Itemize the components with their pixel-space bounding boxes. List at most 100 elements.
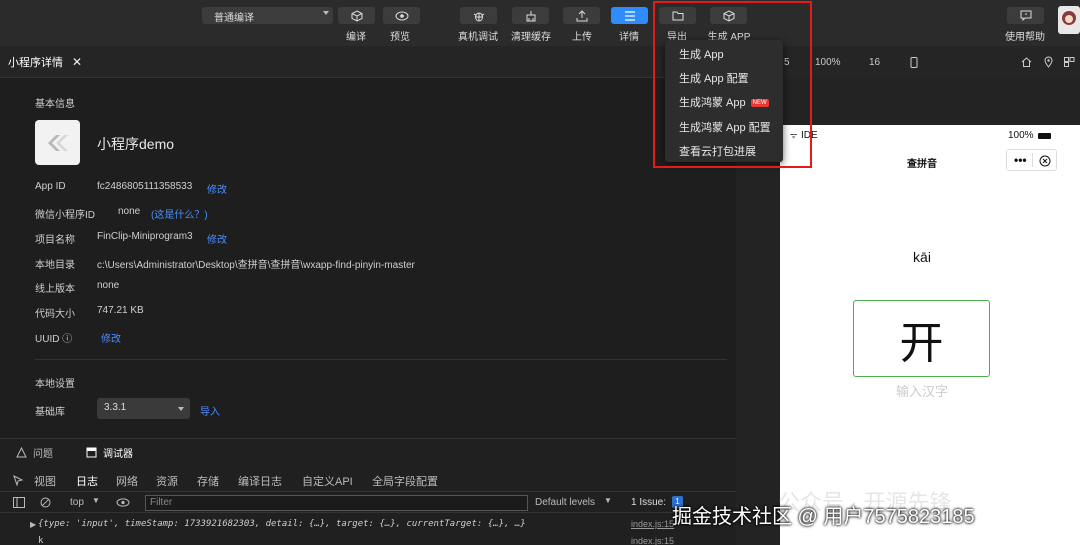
phone-simulator: ᯤ IDE 100% 查拼音 ••• kāi 开 输入汉字: [780, 125, 1080, 545]
clear-cache-button[interactable]: [512, 7, 549, 24]
uuid-label: UUID ⓘ: [35, 334, 73, 345]
what-is-this-link[interactable]: (这是什么？): [151, 206, 208, 221]
subtab-storage[interactable]: 存储: [197, 473, 219, 489]
online-version-value: none: [97, 280, 120, 291]
base-lib-select[interactable]: 3.3.1: [97, 398, 190, 419]
upload-button[interactable]: [563, 7, 600, 24]
close-icon[interactable]: ✕: [72, 55, 82, 69]
local-settings-title: 本地设置: [35, 379, 75, 390]
cube-icon: [351, 9, 362, 22]
tab-problems[interactable]: 问题: [16, 445, 53, 460]
log-levels-select[interactable]: Default levels: [535, 497, 595, 508]
character-display: 开: [853, 300, 990, 377]
base-lib-label: 基础库: [35, 407, 65, 418]
home-icon[interactable]: [1021, 57, 1032, 67]
tab-problems-label: 问题: [33, 449, 53, 460]
character-input[interactable]: 输入汉字: [780, 381, 1064, 400]
subtab-network[interactable]: 网络: [116, 473, 138, 489]
edit-uuid-link[interactable]: 修改: [101, 330, 121, 345]
expand-arrow-icon[interactable]: ▶: [30, 520, 36, 529]
chevron-down-icon: ▼: [604, 496, 612, 505]
status-bar: ᯤ IDE 100%: [780, 125, 1080, 145]
capsule-divider: [1032, 153, 1033, 167]
project-name-value: FinClip-Miniprogram3: [97, 231, 193, 242]
tab-miniprogram-detail[interactable]: 小程序详情 ✕: [8, 46, 82, 78]
app-name: 小程序demo: [97, 136, 175, 152]
help-button[interactable]: [1007, 7, 1044, 24]
tab-title: 小程序详情: [8, 57, 63, 69]
watermark-community: 掘金技术社区 @ 用户7575823185: [672, 506, 975, 528]
devtools-subtabs: 视图 日志 网络 资源 存储 编译日志 自定义API 全局字段配置: [0, 469, 736, 491]
bug-icon: [473, 12, 484, 21]
highlight-box: [653, 1, 812, 168]
detail-button[interactable]: [611, 7, 648, 24]
menu-icon: [624, 10, 635, 21]
remote-debug-label: 真机调试: [458, 32, 498, 43]
base-lib-version: 3.3.1: [104, 402, 127, 413]
remote-debug-button[interactable]: [460, 7, 497, 24]
compile-mode-select[interactable]: 普通编译: [202, 7, 333, 24]
font-size-value[interactable]: 16: [869, 57, 880, 68]
tab-debugger-label: 调试器: [103, 449, 133, 460]
subtab-global-fields[interactable]: 全局字段配置: [372, 473, 438, 489]
pinyin-text: kāi: [913, 249, 931, 265]
subtab-log[interactable]: 日志: [76, 473, 98, 489]
subtab-compile-log[interactable]: 编译日志: [238, 473, 282, 489]
nav-bar: 查拼音 •••: [780, 145, 1080, 177]
chevron-down-icon: [323, 11, 329, 15]
chevron-down-icon: ▼: [92, 496, 100, 505]
eye-icon: [395, 11, 408, 20]
edit-app-id-link[interactable]: 修改: [207, 181, 227, 196]
zoom-level[interactable]: 100%: [815, 57, 841, 68]
console-log-entry[interactable]: {type: 'input', timeStamp: 1733921682303…: [38, 519, 526, 529]
console-filter-bar: top ▼ Filter Default levels ▼ 1 Issue: 1: [0, 491, 736, 513]
detail-label: 详情: [619, 32, 639, 43]
help-label: 使用帮助: [1005, 32, 1045, 43]
local-dir-value: c:\Users\Administrator\Desktop\查拼音\查拼音\w…: [97, 260, 415, 271]
eye-icon[interactable]: [116, 498, 130, 507]
battery-level: 100%: [1008, 130, 1034, 141]
import-link[interactable]: 导入: [200, 403, 220, 418]
wechat-id-value: none: [118, 206, 141, 217]
debugger-icon: [86, 447, 97, 458]
character-text: 开: [899, 317, 944, 369]
phone-icon[interactable]: [910, 57, 918, 68]
context-select[interactable]: top: [70, 497, 84, 508]
clear-console-icon[interactable]: [40, 497, 51, 508]
code-size-value: 747.21 KB: [97, 305, 144, 316]
subtab-custom-api[interactable]: 自定义API: [302, 473, 353, 489]
console-filter-input[interactable]: Filter: [145, 495, 528, 511]
avatar-face: [1065, 15, 1073, 23]
subtab-view[interactable]: 视图: [34, 473, 56, 489]
subtab-resources[interactable]: 资源: [156, 473, 178, 489]
battery-icon: [1038, 133, 1051, 139]
preview-label: 预览: [390, 32, 410, 43]
filter-placeholder: Filter: [150, 497, 173, 508]
upload-label: 上传: [572, 32, 592, 43]
compile-button[interactable]: [338, 7, 375, 24]
user-avatar[interactable]: [1058, 6, 1080, 34]
issues-button[interactable]: 1 Issue:: [631, 497, 666, 508]
console-panel: 问题 调试器 视图 日志 网络 资源 存储 编译日志 自定义API 全局字段配置…: [0, 438, 736, 545]
tab-debugger[interactable]: 调试器: [86, 445, 133, 460]
upload-icon: [576, 9, 587, 21]
sidebar-toggle-icon[interactable]: [13, 497, 25, 508]
log-source-link[interactable]: index.js:15: [631, 536, 674, 545]
warning-icon: [16, 447, 27, 458]
mini-capsule: •••: [1006, 149, 1057, 171]
detail-panel: 基本信息 小程序demo App ID fc2486805111358533 修…: [0, 78, 736, 438]
edit-project-name-link[interactable]: 修改: [207, 231, 227, 246]
close-circle-icon[interactable]: [1039, 155, 1051, 167]
basic-info-title: 基本信息: [35, 99, 75, 110]
grid-icon[interactable]: [1064, 57, 1075, 67]
location-icon[interactable]: [1044, 56, 1053, 68]
compile-label: 编译: [346, 32, 366, 43]
app-id-value: fc2486805111358533: [97, 181, 193, 192]
inspect-cursor-icon[interactable]: [13, 475, 24, 486]
project-name-label: 项目名称: [35, 235, 75, 246]
preview-button[interactable]: [383, 7, 420, 24]
console-log-entry[interactable]: k: [38, 536, 43, 545]
log-source-link[interactable]: index.js:15: [631, 519, 674, 529]
chevron-down-icon: [178, 407, 184, 411]
more-icon[interactable]: •••: [1014, 153, 1027, 167]
